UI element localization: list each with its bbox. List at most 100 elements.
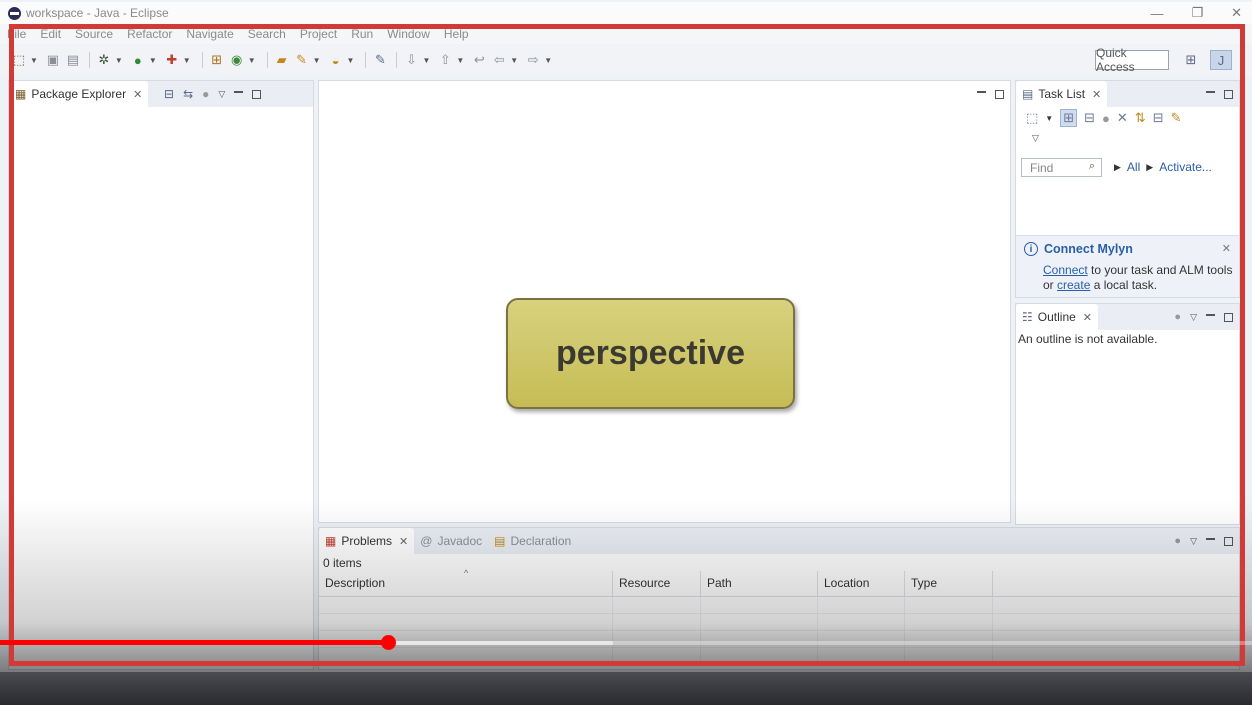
maximize-view-icon[interactable] [1224,536,1233,546]
view-menu-icon[interactable]: ▽ [1190,312,1197,323]
task-find-input[interactable]: Find ⌕ [1021,158,1102,177]
external-tools-dropdown-icon[interactable]: ▼ [183,56,191,65]
tab-task-list[interactable]: ▤ Task List ✕ [1016,81,1108,107]
minimize-button[interactable]: — [1150,6,1163,21]
collapse-all-icon[interactable]: ⊟ [164,87,174,101]
connect-link[interactable]: Connect [1043,263,1088,277]
forward-icon[interactable]: ⇨ [524,51,542,69]
focus-on-task-icon[interactable]: ● [202,87,209,101]
search-dropdown-icon[interactable]: ▼ [313,56,321,65]
menu-project[interactable]: Project [300,27,337,41]
menu-edit[interactable]: Edit [40,27,61,41]
menu-navigate[interactable]: Navigate [186,27,233,41]
debug-icon[interactable]: ✲ [95,51,113,69]
menu-help[interactable]: Help [444,27,469,41]
close-icon[interactable]: ✕ [399,535,408,548]
java-perspective-icon[interactable]: J [1210,50,1232,70]
debug-dropdown-icon[interactable]: ▼ [115,56,123,65]
play-icon: ▶ [1146,162,1154,172]
close-icon[interactable]: ✕ [1222,242,1231,255]
search-icon: ⌕ [1088,160,1095,172]
maximize-view-icon[interactable] [1224,89,1233,99]
column-location[interactable]: Location [818,571,905,596]
menu-run[interactable]: Run [351,27,373,41]
open-task-dropdown-icon[interactable]: ▼ [347,56,355,65]
tab-javadoc[interactable]: @ Javadoc [414,528,488,554]
minimize-editor-icon[interactable] [977,91,986,93]
categorized-icon[interactable]: ⊞ [1060,109,1078,127]
quick-access-field[interactable]: Quick Access [1095,46,1169,74]
hide-completed-icon[interactable]: ✕ [1117,110,1128,126]
next-annotation-icon[interactable]: ⇩ [402,51,420,69]
close-button[interactable]: ✕ [1231,5,1242,21]
view-menu-icon[interactable]: ▽ [218,89,225,100]
minimize-view-icon[interactable] [1206,91,1215,93]
run-icon[interactable]: ● [129,51,147,69]
search-icon[interactable]: ✎ [293,51,311,69]
menu-refactor[interactable]: Refactor [127,27,172,41]
open-perspective-icon[interactable]: ⊞ [1180,50,1202,70]
video-progress-bar[interactable] [0,635,1252,650]
minimize-view-icon[interactable] [1206,538,1215,540]
close-icon[interactable]: ✕ [1092,88,1101,101]
open-type-icon[interactable]: ▰ [273,51,291,69]
focus-icon[interactable]: ● [1174,535,1181,547]
collapse-icon[interactable]: ⊟ [1153,110,1164,126]
tab-outline[interactable]: ☷ Outline ✕ [1016,304,1099,330]
back-icon[interactable]: ⇦ [490,51,508,69]
save-all-icon[interactable]: ▤ [64,51,82,69]
close-icon[interactable]: ✕ [1083,311,1092,324]
tab-declaration[interactable]: ▤ Declaration [488,528,577,554]
close-icon[interactable]: ✕ [133,88,142,101]
column-path[interactable]: Path [701,571,818,596]
toolbar-separator [266,52,268,68]
new-task-dropdown-icon[interactable]: ▼ [1045,114,1053,123]
new-class-icon[interactable]: ◉ [228,51,246,69]
activate-link[interactable]: Activate... [1159,160,1212,174]
new-class-dropdown-icon[interactable]: ▼ [248,56,256,65]
save-icon[interactable]: ▣ [44,51,62,69]
menu-bar: File Edit Source Refactor Navigate Searc… [0,24,1252,44]
back-dropdown-icon[interactable]: ▼ [510,56,518,65]
menu-window[interactable]: Window [387,27,430,41]
presentation-icon[interactable]: ✎ [1171,110,1182,126]
task-list-view-menu-icon[interactable]: ▽ [1032,133,1039,144]
column-type[interactable]: Type [905,571,993,596]
title-bar: workspace - Java - Eclipse — ❐ ✕ [0,2,1252,24]
external-tools-icon[interactable]: ✚ [163,51,181,69]
view-menu-icon[interactable]: ▽ [1190,536,1197,547]
menu-search[interactable]: Search [248,27,286,41]
tab-package-explorer[interactable]: ▦ Package Explorer ✕ [9,81,149,107]
focus-icon[interactable]: ● [1102,111,1110,126]
new-package-icon[interactable]: ⊞ [208,51,226,69]
column-resource[interactable]: Resource [613,571,701,596]
run-dropdown-icon[interactable]: ▼ [149,56,157,65]
tab-problems[interactable]: ▦ Problems ✕ [319,528,415,554]
menu-file[interactable]: File [7,27,26,41]
restore-button[interactable]: ❐ [1191,5,1203,21]
new-dropdown-icon[interactable]: ▼ [30,56,38,65]
scheduled-icon[interactable]: ⊟ [1084,110,1095,126]
maximize-view-icon[interactable] [252,89,262,99]
all-link[interactable]: All [1127,160,1140,174]
maximize-editor-icon[interactable] [995,89,1004,99]
next-annotation-dropdown-icon[interactable]: ▼ [422,56,430,65]
synchronize-icon[interactable]: ⇅ [1135,110,1146,126]
column-description[interactable]: ^ Description [319,568,613,596]
link-with-editor-icon[interactable]: ⇆ [183,87,193,101]
maximize-view-icon[interactable] [1224,312,1233,322]
minimize-view-icon[interactable] [234,91,244,93]
focus-icon[interactable]: ● [1174,311,1181,323]
menu-source[interactable]: Source [75,27,113,41]
create-link[interactable]: create [1057,278,1090,292]
new-task-icon[interactable]: ⬚ [1026,110,1038,126]
new-icon[interactable]: ⬚ [10,51,28,69]
toolbar-separator [88,52,90,68]
minimize-view-icon[interactable] [1206,314,1215,316]
prev-annotation-icon[interactable]: ⇧ [436,51,454,69]
toggle-mark-icon[interactable]: ✎ [371,51,389,69]
forward-dropdown-icon[interactable]: ▼ [544,56,552,65]
prev-annotation-dropdown-icon[interactable]: ▼ [456,56,464,65]
open-task-icon[interactable]: ◒ [327,51,345,69]
last-edit-icon[interactable]: ↩ [470,51,488,69]
